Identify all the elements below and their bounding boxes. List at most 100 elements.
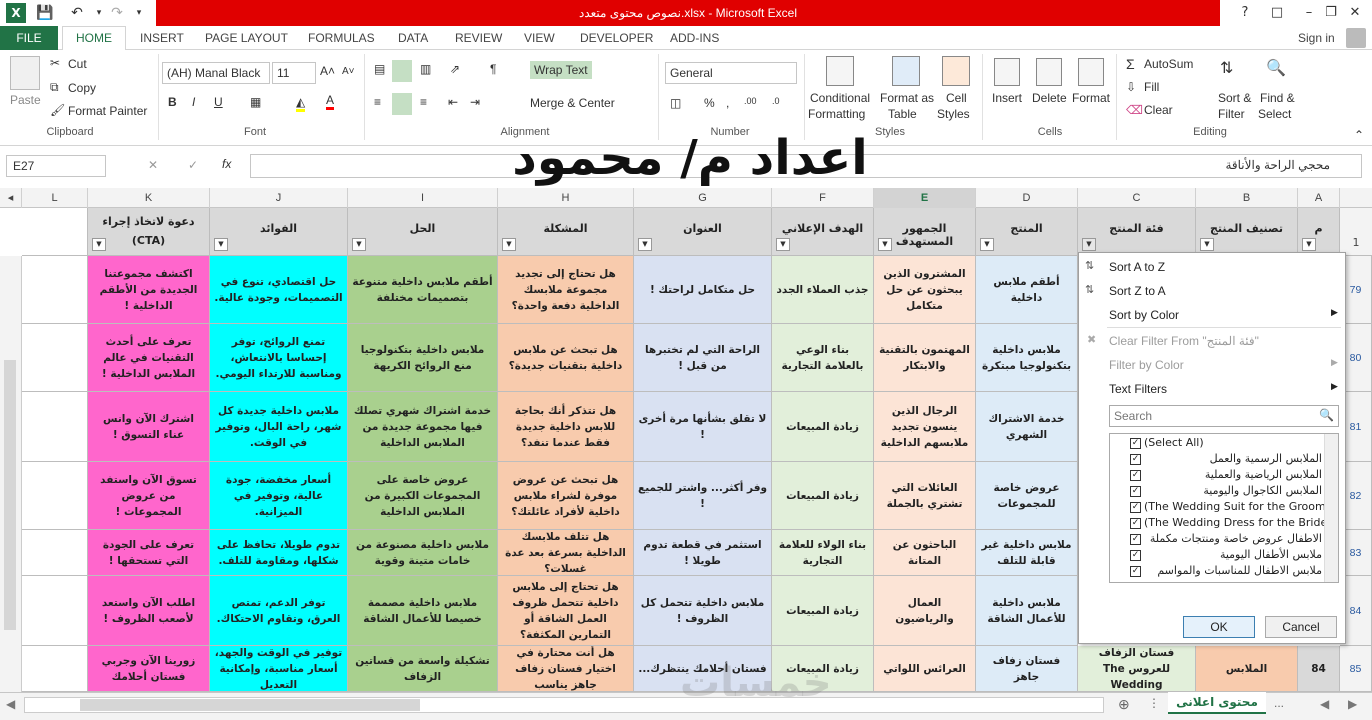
insert-button[interactable]: Insert	[992, 91, 1022, 105]
table-cell[interactable]: ملابس داخلية مصممة خصيصا للأعمال الشاقة	[348, 576, 498, 646]
copy-button[interactable]: Copy	[68, 81, 96, 95]
sort-z-to-a-item[interactable]: Sort Z to A	[1109, 284, 1166, 298]
table-cell[interactable]: المهتمون بالتقنية والابتكار	[874, 324, 976, 392]
scroll-left-icon[interactable]: ◀	[6, 697, 15, 711]
save-icon[interactable]: 💾	[34, 2, 56, 24]
table-cell[interactable]: هل تبحث عن ملابس داخلية بتقنيات جديدة؟	[498, 324, 634, 392]
filter-checkbox[interactable]: ✓	[1130, 502, 1141, 513]
redo-icon[interactable]: ↷	[106, 2, 128, 24]
col-header-A[interactable]: A	[1298, 188, 1340, 208]
table-cell[interactable]	[22, 392, 88, 462]
accounting-icon[interactable]: ◫	[670, 96, 681, 110]
table-cell[interactable]: أطقم ملابس داخلية	[976, 256, 1078, 324]
table-cell[interactable]: جذب العملاء الجدد	[772, 256, 874, 324]
table-cell[interactable]: بناء الوعي بالعلامة التجارية	[772, 324, 874, 392]
table-cell[interactable]: الملابس	[1196, 646, 1298, 692]
font-color-icon[interactable]: A	[326, 93, 335, 110]
merge-center-button[interactable]: Merge & Center	[530, 96, 615, 110]
clear-filter-item[interactable]: Clear Filter From "فئة المنتج"	[1109, 334, 1259, 348]
tab-insert[interactable]: INSERT	[140, 26, 184, 50]
row-header-1[interactable]: 1	[1340, 208, 1372, 256]
table-cell[interactable]: العائلات التي تشتري بالجملة	[874, 462, 976, 530]
select-all-corner[interactable]	[1340, 188, 1372, 208]
filter-checkbox[interactable]: ✓	[1130, 470, 1141, 481]
autosum-button[interactable]: AutoSum	[1144, 57, 1193, 71]
table-cell[interactable]: خدمة اشتراك شهري تصلك فيها مجموعة جديدة …	[348, 392, 498, 462]
filter-search-input[interactable]: Search 🔍	[1109, 405, 1339, 427]
format-painter-icon[interactable]: 🖌	[50, 103, 65, 117]
name-box[interactable]: E27	[6, 155, 106, 177]
col-header-J[interactable]: J	[210, 188, 348, 208]
scroll-sheet-left-icon[interactable]: ◀	[1320, 697, 1329, 711]
table-cell[interactable]: المشترون الذين يبحثون عن حل متكامل	[874, 256, 976, 324]
insert-cells-icon[interactable]	[994, 58, 1020, 86]
table-cell[interactable]: الباحثون عن المتانة	[874, 530, 976, 576]
table-cell[interactable]: ملابس داخلية بتكنولوجيا منع الروائح الكر…	[348, 324, 498, 392]
quick-access-dropdown-icon[interactable]: ▾	[128, 2, 150, 24]
col-header-K[interactable]: K	[88, 188, 210, 208]
col-header-I[interactable]: I	[348, 188, 498, 208]
sort-filter-icon[interactable]: ⇅	[1220, 58, 1233, 78]
format-button[interactable]: Format	[1072, 91, 1110, 105]
align-middle-icon[interactable]	[392, 60, 412, 82]
sort-filter-button[interactable]: Sort &	[1218, 91, 1251, 105]
cell-styles-icon[interactable]	[942, 56, 970, 86]
cancel-formula-icon[interactable]: ✕	[148, 158, 158, 172]
table-cell[interactable]: فستان زفاف جاهز	[976, 646, 1078, 692]
filter-dropdown-icon[interactable]: ▼	[776, 238, 790, 251]
sort-by-color-item[interactable]: Sort by Color	[1109, 308, 1179, 322]
cell-styles-button[interactable]: Cell	[946, 91, 967, 105]
increase-indent-icon[interactable]: ⇥	[470, 95, 480, 109]
undo-icon[interactable]: ↶	[66, 2, 88, 24]
font-name-select[interactable]: (AH) Manal Black	[162, 62, 270, 84]
horizontal-scroll-thumb[interactable]	[80, 699, 420, 711]
col-header-E[interactable]: E	[874, 188, 976, 208]
filter-dropdown-icon[interactable]: ▼	[878, 238, 892, 251]
table-cell[interactable]: استثمر في قطعة تدوم طويلا !	[634, 530, 772, 576]
cut-button[interactable]: Cut	[68, 57, 87, 71]
table-cell[interactable]: لا تقلق بشأنها مرة أخرى !	[634, 392, 772, 462]
fx-icon[interactable]: fx	[222, 157, 231, 171]
table-cell[interactable]: أسعار مخفضة، جودة عالية، وتوفير في الميز…	[210, 462, 348, 530]
table-cell[interactable]: زيادة المبيعات	[772, 392, 874, 462]
table-cell[interactable]: العرائس اللواتي	[874, 646, 976, 692]
tab-review[interactable]: REVIEW	[455, 26, 502, 50]
filter-dropdown-icon[interactable]: ▼	[1302, 238, 1316, 251]
filter-by-color-item[interactable]: Filter by Color	[1109, 358, 1184, 372]
table-cell[interactable]: ملابس داخلية بتكنولوجيا مبتكرة	[976, 324, 1078, 392]
table-cell[interactable]: خدمة الاشتراك الشهري	[976, 392, 1078, 462]
conditional-formatting-button[interactable]: Conditional	[810, 91, 870, 105]
confirm-formula-icon[interactable]: ✓	[188, 158, 198, 172]
table-cell[interactable]: توفير في الوقت والجهد، أسعار مناسبة، وإم…	[210, 646, 348, 692]
sort-a-to-z-item[interactable]: Sort A to Z	[1109, 260, 1165, 274]
filter-checkbox[interactable]: ✓	[1130, 550, 1141, 561]
filter-checkbox[interactable]: ✓	[1130, 486, 1141, 497]
tab-page-layout[interactable]: PAGE LAYOUT	[205, 26, 288, 50]
vertical-scroll-thumb[interactable]	[4, 360, 16, 630]
table-cell[interactable]: العمال والرياضيون	[874, 576, 976, 646]
table-cell[interactable]: تعرف على الجودة التي تستحقها !	[88, 530, 210, 576]
format-cells-icon[interactable]	[1078, 58, 1104, 86]
clear-button[interactable]: Clear	[1144, 103, 1173, 117]
table-cell[interactable]: هل تتلف ملابسك الداخلية بسرعة بعد عدة غس…	[498, 530, 634, 576]
table-cell[interactable]: زيادة المبيعات	[772, 576, 874, 646]
col-header-F[interactable]: F	[772, 188, 874, 208]
sheet-tab-active[interactable]: محتوى اعلانى	[1168, 692, 1266, 714]
decrease-font-icon[interactable]: A˅	[342, 66, 355, 77]
filter-dropdown-icon[interactable]: ▼	[1082, 238, 1096, 251]
col-header-G[interactable]: G	[634, 188, 772, 208]
table-cell[interactable]: أطقم ملابس داخلية متنوعة بتصميمات مختلفة	[348, 256, 498, 324]
ok-button[interactable]: OK	[1183, 616, 1255, 638]
tab-formulas[interactable]: FORMULAS	[308, 26, 375, 50]
paste-icon[interactable]	[10, 56, 40, 90]
tab-data[interactable]: DATA	[398, 26, 428, 50]
table-cell[interactable]	[22, 256, 88, 324]
find-select-icon[interactable]: 🔍	[1266, 58, 1286, 78]
tab-developer[interactable]: DEVELOPER	[580, 26, 653, 50]
table-cell[interactable]: بناء الولاء للعلامة التجارية	[772, 530, 874, 576]
decrease-decimal-icon[interactable]: .0	[772, 96, 780, 106]
filter-dropdown-icon[interactable]: ▼	[502, 238, 516, 251]
delete-cells-icon[interactable]	[1036, 58, 1062, 86]
table-cell[interactable]	[22, 646, 88, 692]
filter-checkbox[interactable]: ✓	[1130, 518, 1141, 529]
